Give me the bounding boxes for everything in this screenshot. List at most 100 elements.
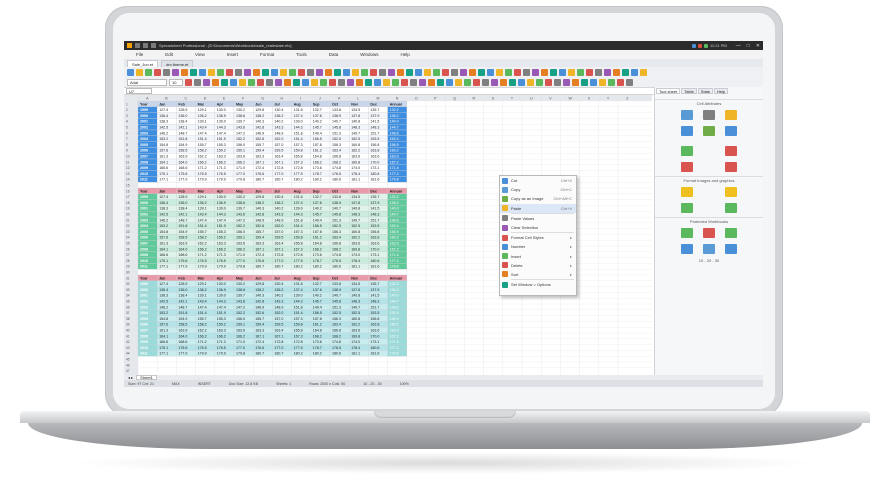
underline-icon[interactable] bbox=[235, 68, 242, 76]
save-icon[interactable] bbox=[374, 78, 381, 86]
workbook-icon[interactable] bbox=[703, 244, 715, 254]
redo-icon[interactable] bbox=[239, 78, 246, 86]
copy-icon[interactable] bbox=[410, 78, 417, 86]
underline-icon[interactable] bbox=[266, 78, 273, 86]
redo-icon[interactable] bbox=[406, 68, 413, 76]
open-icon[interactable] bbox=[136, 68, 143, 76]
preview-icon[interactable] bbox=[194, 78, 201, 86]
status-zoom[interactable]: 100% bbox=[400, 382, 409, 386]
chart-icon[interactable] bbox=[320, 78, 327, 86]
chart-icon[interactable] bbox=[487, 68, 494, 76]
sum-icon[interactable] bbox=[491, 78, 498, 86]
sort-icon[interactable] bbox=[271, 68, 278, 76]
underline-icon[interactable] bbox=[464, 78, 471, 86]
context-menu-item-set-window-options[interactable]: Set Window > Options bbox=[500, 280, 576, 289]
unlock-icon[interactable] bbox=[725, 187, 737, 197]
undo-icon[interactable] bbox=[626, 78, 633, 86]
context-menu-item-copy-as-an-image[interactable]: Copy as an Image Ctrl+Alt+C bbox=[500, 194, 576, 203]
menu-edit[interactable]: Edit bbox=[165, 52, 173, 57]
menu-windows[interactable]: Windows bbox=[360, 52, 378, 57]
help-icon[interactable] bbox=[316, 68, 323, 76]
redo-icon[interactable] bbox=[604, 68, 611, 76]
alert-icon[interactable] bbox=[697, 43, 702, 48]
italic-icon[interactable] bbox=[455, 78, 462, 86]
open-icon[interactable] bbox=[365, 78, 372, 86]
paste-icon[interactable] bbox=[221, 78, 228, 86]
context-menu-item-insert[interactable]: Insert ▸ bbox=[500, 252, 576, 261]
bold-icon[interactable] bbox=[217, 68, 224, 76]
print-icon[interactable] bbox=[581, 78, 588, 86]
help-icon[interactable] bbox=[514, 68, 521, 76]
paste-icon[interactable] bbox=[586, 68, 593, 76]
stop-icon-2[interactable] bbox=[725, 162, 737, 172]
context-menu-item-delete[interactable]: Delete ▸ bbox=[500, 261, 576, 270]
filter-icon[interactable] bbox=[478, 68, 485, 76]
share-icon[interactable] bbox=[725, 228, 737, 238]
copy-icon[interactable] bbox=[608, 78, 615, 86]
align-center-icon[interactable] bbox=[703, 110, 715, 120]
preview-icon[interactable] bbox=[590, 78, 597, 86]
zoom-icon[interactable] bbox=[338, 78, 345, 86]
help-icon[interactable] bbox=[347, 78, 354, 86]
save-icon[interactable] bbox=[541, 68, 548, 76]
context-menu-item-clear-selection[interactable]: Clear Selection bbox=[500, 223, 576, 232]
context-menu-item-cut[interactable]: Cut Ctrl+X bbox=[500, 176, 576, 185]
remove-icon[interactable] bbox=[725, 146, 737, 156]
copy-icon[interactable] bbox=[181, 68, 188, 76]
underline-icon[interactable] bbox=[631, 68, 638, 76]
sp-tab-stats[interactable]: Stats bbox=[697, 88, 713, 94]
save-icon[interactable] bbox=[343, 68, 350, 76]
paste-icon[interactable] bbox=[388, 68, 395, 76]
zoom-icon[interactable] bbox=[307, 68, 314, 76]
quick-undo-icon[interactable] bbox=[143, 43, 148, 48]
align-icon[interactable] bbox=[442, 68, 449, 76]
merge-icon[interactable] bbox=[284, 78, 291, 86]
context-menu-item-copy[interactable]: Copy Ctrl+C bbox=[500, 185, 576, 194]
quick-redo-icon[interactable] bbox=[151, 43, 156, 48]
copy-icon[interactable] bbox=[379, 68, 386, 76]
preview-icon[interactable] bbox=[392, 78, 399, 86]
close-button[interactable]: ✕ bbox=[756, 43, 760, 49]
paste-icon[interactable] bbox=[617, 78, 624, 86]
filter-icon[interactable] bbox=[509, 78, 516, 86]
print-icon[interactable] bbox=[550, 68, 557, 76]
sum-icon[interactable] bbox=[460, 68, 467, 76]
new-icon[interactable] bbox=[127, 68, 134, 76]
menu-insert[interactable]: Insert bbox=[227, 52, 238, 57]
stop-icon[interactable] bbox=[681, 162, 693, 172]
new-icon[interactable] bbox=[356, 78, 363, 86]
merge-icon[interactable] bbox=[253, 68, 260, 76]
menu-format[interactable]: Format bbox=[260, 52, 274, 57]
sort-icon[interactable] bbox=[500, 78, 507, 86]
undo-icon[interactable] bbox=[595, 68, 602, 76]
bold-icon[interactable] bbox=[415, 68, 422, 76]
sheet-icon[interactable] bbox=[681, 244, 693, 254]
lock-icon[interactable] bbox=[681, 187, 693, 197]
add-icon[interactable] bbox=[681, 146, 693, 156]
battery-icon[interactable] bbox=[703, 43, 708, 48]
menu-help[interactable]: Help bbox=[401, 52, 410, 57]
paste-icon[interactable] bbox=[190, 68, 197, 76]
cell-reference-box[interactable]: U7 bbox=[126, 88, 152, 94]
preview-icon[interactable] bbox=[163, 68, 170, 76]
image-icon[interactable] bbox=[298, 68, 305, 76]
cut-icon[interactable] bbox=[203, 78, 210, 86]
help-icon[interactable] bbox=[545, 78, 552, 86]
align-icon[interactable] bbox=[473, 78, 480, 86]
italic-icon[interactable] bbox=[622, 68, 629, 76]
sp-tab-table[interactable]: Table bbox=[681, 88, 697, 94]
sum-icon[interactable] bbox=[293, 78, 300, 86]
check-icon-2[interactable] bbox=[725, 203, 737, 213]
maximize-button[interactable]: □ bbox=[747, 43, 750, 49]
filter-icon[interactable] bbox=[311, 78, 318, 86]
zoom-icon[interactable] bbox=[536, 78, 543, 86]
open-icon[interactable] bbox=[563, 78, 570, 86]
align-left-icon[interactable] bbox=[681, 110, 693, 120]
menu-tools[interactable]: Tools bbox=[296, 52, 307, 57]
bold-icon[interactable] bbox=[613, 68, 620, 76]
image-icon[interactable] bbox=[496, 68, 503, 76]
context-menu-item-format-cell-styles[interactable]: Format Cell Styles ▸ bbox=[500, 233, 576, 242]
copy-icon[interactable] bbox=[212, 78, 219, 86]
paste-icon[interactable] bbox=[419, 78, 426, 86]
screen-icon[interactable] bbox=[725, 244, 737, 254]
